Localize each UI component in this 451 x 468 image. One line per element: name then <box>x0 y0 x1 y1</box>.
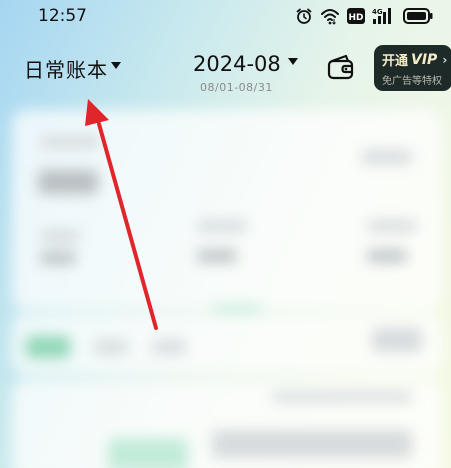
vip-title-prefix: 开通 <box>382 54 409 69</box>
app-header: 日常账本 2024-08 08/01-08/31 开通 VIP › 免广告等特权 <box>0 40 451 102</box>
list-header-placeholder <box>272 392 412 402</box>
vip-subtitle: 免广告等特权 <box>382 76 442 87</box>
network-type-label: 4G <box>372 8 383 16</box>
stat-placeholder-6 <box>367 250 407 262</box>
tabs-card <box>12 314 442 374</box>
summary-right-placeholder <box>362 150 412 164</box>
hd-badge-text: HD <box>348 13 363 23</box>
list-button-placeholder <box>108 438 188 468</box>
wallet-icon[interactable] <box>326 54 356 80</box>
tab-placeholder-2 <box>94 340 128 354</box>
list-row-placeholder <box>212 430 412 458</box>
book-selector[interactable]: 日常账本 <box>24 54 121 83</box>
status-bar: 12:57 HD 4G <box>0 0 451 34</box>
stat-placeholder-4 <box>197 250 237 262</box>
summary-card <box>12 110 442 313</box>
tab-placeholder-right <box>372 328 422 352</box>
stat-placeholder-1 <box>40 230 80 242</box>
stat-placeholder-3 <box>197 220 247 232</box>
list-card <box>12 380 442 468</box>
stat-placeholder-5 <box>367 220 417 232</box>
chevron-right-icon: › <box>442 52 448 67</box>
summary-amount-placeholder <box>38 170 98 194</box>
month-range: 08/01-08/31 <box>200 81 273 94</box>
vip-title-word: VIP <box>411 51 438 68</box>
month-label[interactable]: 2024-08 <box>193 52 281 76</box>
stat-placeholder-2 <box>40 252 76 264</box>
alarm-icon <box>295 7 313 25</box>
status-time: 12:57 <box>38 6 87 26</box>
blurred-main-content <box>0 104 451 468</box>
vip-upgrade-button[interactable]: 开通 VIP › 免广告等特权 <box>374 45 451 91</box>
caret-down-icon[interactable] <box>111 62 121 69</box>
tab-placeholder-3 <box>152 340 186 354</box>
signal-icon: 4G <box>372 7 396 25</box>
hd-icon: HD <box>347 8 365 24</box>
status-icons: HD 4G <box>295 6 433 26</box>
book-name[interactable]: 日常账本 <box>24 54 108 83</box>
month-selector[interactable]: 2024-08 08/01-08/31 <box>193 52 303 94</box>
battery-icon <box>403 8 433 24</box>
summary-label-placeholder <box>40 136 100 148</box>
tab-placeholder-active <box>26 336 70 358</box>
wifi-icon <box>320 7 340 25</box>
wallet-button[interactable] <box>326 54 356 80</box>
divider-placeholder <box>212 305 262 313</box>
caret-down-icon[interactable] <box>287 57 298 65</box>
